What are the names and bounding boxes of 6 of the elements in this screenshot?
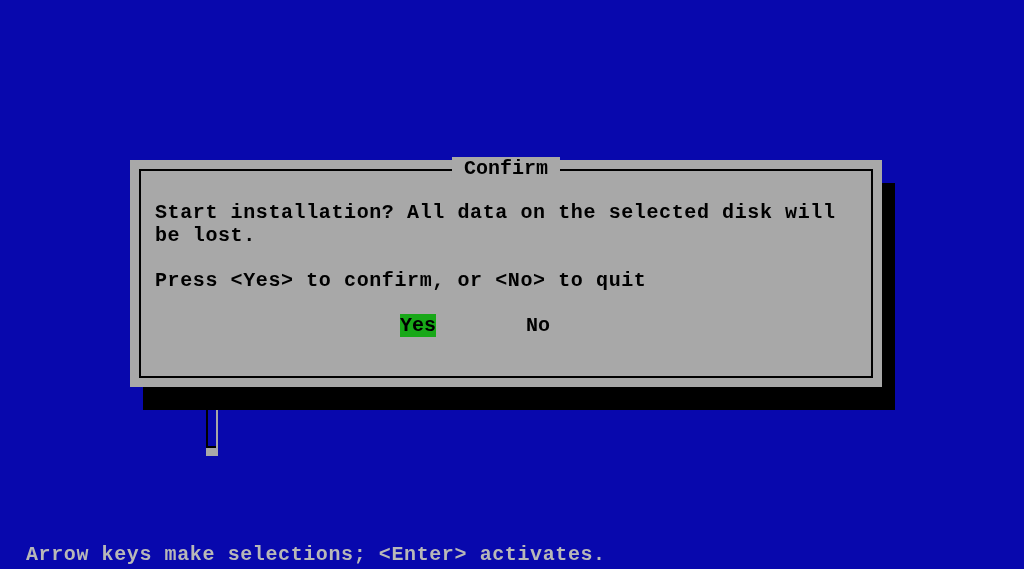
dialog-button[interactable]: No — [526, 314, 551, 337]
dialog-button[interactable]: Yes — [400, 314, 436, 337]
status-bar-text: Arrow keys make selections; <Enter> activates. — [26, 543, 606, 566]
cursor-artifact-icon — [206, 410, 218, 456]
dialog-prompt: Press <Yes> to confirm, or <No> to quit — [155, 269, 648, 292]
dialog-message: Start installation? All data on the selected disk will be lost. — [155, 201, 837, 247]
